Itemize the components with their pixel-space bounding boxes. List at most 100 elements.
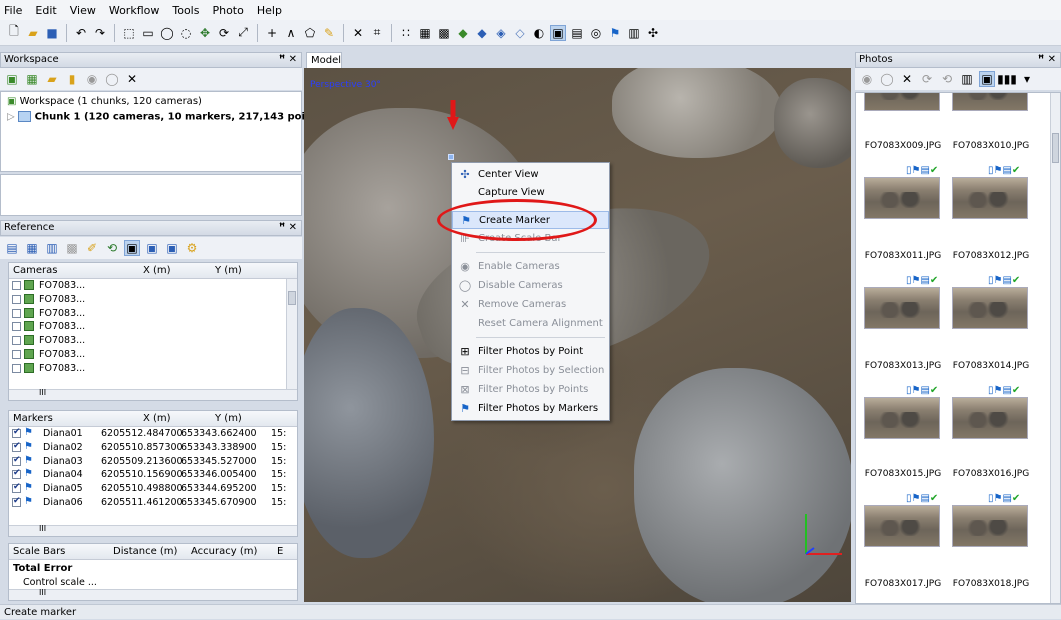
camera-checkbox[interactable] — [12, 308, 21, 318]
table-row[interactable]: ⚑ Diana04 6205510.156900653346.005400 15: — [9, 468, 297, 482]
menu-item-filter-by-points[interactable]: ⊠ Filter Photos by Points — [452, 381, 609, 399]
remove-icon[interactable]: ✕ — [899, 71, 915, 87]
photo-thumbnail[interactable] — [952, 505, 1028, 547]
table-row[interactable]: FO7083... — [9, 279, 297, 293]
marker-checkbox[interactable] — [12, 482, 21, 494]
chunk-item[interactable]: ▷ Chunk 1 (120 cameras, 10 markers, 217,… — [7, 111, 348, 123]
camera-checkbox[interactable] — [12, 322, 21, 332]
menu-help[interactable]: Help — [257, 4, 282, 17]
enable-icon[interactable]: ◉ — [84, 71, 100, 87]
col-scale-bars[interactable]: Scale Bars — [13, 546, 65, 557]
model-icon[interactable]: ◐ — [531, 25, 547, 41]
camera-checkbox[interactable] — [12, 281, 21, 290]
add-folder-icon[interactable]: ▰ — [44, 71, 60, 87]
new-icon[interactable]: 🗋 — [6, 24, 22, 41]
export-icon[interactable]: ▦ — [24, 240, 40, 256]
scroll-thumb[interactable] — [288, 291, 296, 305]
scale-icon[interactable]: ⤢ — [235, 25, 251, 41]
delete-icon[interactable]: ✕ — [350, 25, 366, 41]
menu-tools[interactable]: Tools — [172, 4, 199, 17]
panel-float-close-icon[interactable]: ꟸ ✕ — [279, 221, 297, 235]
photo-thumbnail[interactable] — [952, 93, 1028, 111]
table-row[interactable]: FO7083... — [9, 307, 297, 321]
tab-model[interactable]: Model — [306, 52, 342, 68]
photos-vertical-scrollbar[interactable] — [1050, 93, 1060, 603]
marker-checkbox[interactable] — [12, 455, 21, 466]
ruler-icon[interactable]: ∧ — [283, 25, 299, 41]
markers-icon[interactable]: ⚑ — [607, 25, 623, 41]
marker-checkbox[interactable] — [12, 427, 21, 438]
shaded-icon[interactable]: ◇ — [512, 25, 528, 41]
menu-workflow[interactable]: Workflow — [109, 4, 160, 17]
move-icon[interactable]: ✥ — [197, 25, 213, 41]
import-icon[interactable]: ▤ — [4, 240, 20, 256]
update-icon[interactable]: ⟲ — [104, 240, 120, 256]
solid-icon[interactable]: ◆ — [455, 25, 471, 41]
menu-item-center-view[interactable]: ✣ Center View — [452, 166, 609, 184]
col-x[interactable]: X (m) — [143, 413, 171, 424]
wireframe-icon[interactable]: ◈ — [493, 25, 509, 41]
menu-view[interactable]: View — [70, 4, 96, 17]
table-row[interactable]: FO7083... — [9, 320, 297, 334]
col-y[interactable]: Y (m) — [215, 413, 242, 424]
camera-checkbox[interactable] — [12, 363, 21, 373]
cameras-horizontal-scrollbar[interactable]: III — [9, 388, 297, 400]
camera-checkbox[interactable] — [12, 294, 21, 304]
table-icon[interactable]: ▩ — [64, 240, 80, 256]
shape-icon[interactable]: ⬠ — [302, 25, 318, 41]
disable-icon[interactable]: ◯ — [104, 71, 120, 87]
dense-cloud-icon[interactable]: ▦ — [417, 25, 433, 41]
menu-edit[interactable]: Edit — [35, 4, 56, 17]
crop-icon[interactable]: ⌗ — [369, 25, 385, 41]
panel-float-close-icon[interactable]: ꟸ ✕ — [1038, 53, 1056, 67]
scalebars-horizontal-scrollbar[interactable]: III — [9, 588, 297, 600]
panel-float-close-icon[interactable]: ꟸ ✕ — [279, 53, 297, 67]
filter-photos-icon[interactable]: ▣ — [979, 71, 995, 87]
col-cameras[interactable]: Cameras — [13, 265, 57, 276]
redo-icon[interactable]: ↷ — [92, 25, 108, 41]
photo-thumbnail[interactable] — [864, 505, 940, 547]
view-mode-icon[interactable]: ▮▮▮ — [997, 71, 1017, 87]
clear-icon[interactable]: ▥ — [44, 240, 60, 256]
view-source-icon[interactable]: ▣ — [124, 240, 140, 256]
table-row[interactable]: ⚑ Diana02 6205510.857300653343.338900 15: — [9, 441, 297, 455]
marker-checkbox[interactable] — [12, 468, 21, 480]
disable-icon[interactable]: ◯ — [879, 71, 895, 87]
textured-icon[interactable]: ◆ — [474, 25, 490, 41]
add-photos-icon[interactable]: ▦ — [24, 71, 40, 87]
photo-thumbnail[interactable] — [952, 177, 1028, 219]
col-error[interactable]: E — [277, 546, 283, 557]
enable-icon[interactable]: ◉ — [859, 71, 875, 87]
photo-thumbnail[interactable] — [952, 287, 1028, 329]
add-chunk-icon[interactable]: ▣ — [4, 71, 20, 87]
trackball-icon[interactable]: ▥ — [626, 25, 642, 41]
menu-photo[interactable]: Photo — [212, 4, 243, 17]
menu-item-filter-by-point[interactable]: ⊞ Filter Photos by Point — [452, 343, 609, 361]
region-icon[interactable]: ◎ — [588, 25, 604, 41]
marker-checkbox[interactable] — [12, 496, 21, 507]
save-icon[interactable]: ■ — [44, 25, 60, 41]
menu-item-filter-by-markers[interactable]: ⚑ Filter Photos by Markers — [452, 400, 609, 418]
control-scale-label[interactable]: Control scale ... — [23, 577, 97, 588]
table-row[interactable]: ⚑ Diana06 6205511.461200653345.670900 15: — [9, 496, 297, 510]
reset-view-icon[interactable]: ✣ — [645, 25, 661, 41]
screenshot-icon[interactable]: ▤ — [569, 25, 585, 41]
photo-thumbnail[interactable] — [864, 287, 940, 329]
marker-checkbox[interactable] — [12, 441, 21, 452]
photo-thumbnail[interactable] — [864, 177, 940, 219]
col-accuracy[interactable]: Accuracy (m) — [191, 546, 257, 557]
merge-icon[interactable]: ▮ — [64, 71, 80, 87]
remove-icon[interactable]: ✕ — [124, 71, 140, 87]
workspace-root[interactable]: ▣ Workspace (1 chunks, 120 cameras) — [7, 96, 202, 107]
table-row[interactable]: ⚑ Diana05 6205510.498800653344.695200 15: — [9, 482, 297, 496]
cameras-vertical-scrollbar[interactable] — [286, 279, 297, 389]
show-cameras-icon[interactable]: ▣ — [550, 24, 566, 41]
menu-file[interactable]: File — [4, 4, 22, 17]
camera-checkbox[interactable] — [12, 336, 21, 346]
col-x[interactable]: X (m) — [143, 265, 171, 276]
photo-thumbnail[interactable] — [952, 397, 1028, 439]
points-icon[interactable]: ∷ — [398, 25, 414, 41]
table-row[interactable]: FO7083... — [9, 293, 297, 307]
view-errors-icon[interactable]: ▣ — [164, 240, 180, 256]
expand-icon[interactable]: ▷ — [7, 112, 15, 123]
